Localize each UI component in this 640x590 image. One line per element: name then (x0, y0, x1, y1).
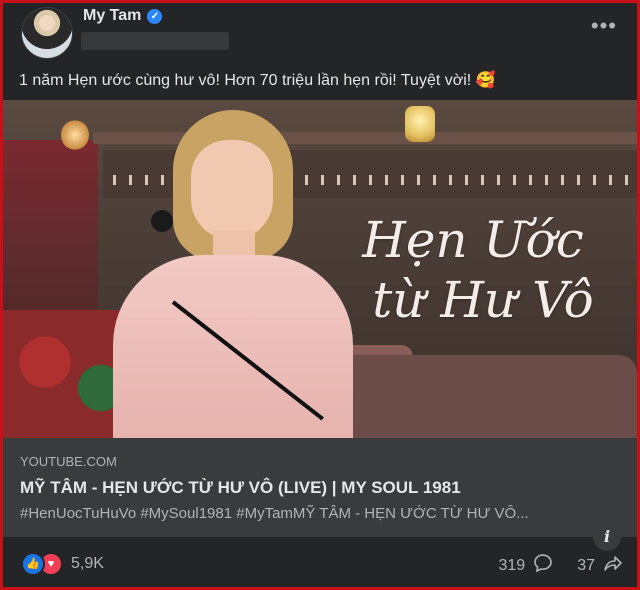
link-preview[interactable]: i YOUTUBE.COM MỸ TÂM - HẸN ƯỚC TỪ HƯ VÔ … (3, 438, 637, 551)
song-title-artwork: Hẹn Ước từ Hư Vô (323, 210, 623, 330)
link-description: #HenUocTuHuVo #MySoul1981 #MyTamMỸ TÂM -… (20, 505, 529, 522)
share-count[interactable]: 37 (577, 557, 595, 575)
author-row: My Tam ✓ (83, 7, 163, 25)
singer-face (191, 140, 273, 240)
verified-badge-icon: ✓ (147, 8, 163, 24)
author-name[interactable]: My Tam (83, 7, 141, 25)
post-card: My Tam ✓ ••• 1 năm Hẹn ước cùng hư vô! H… (3, 3, 637, 587)
author-avatar[interactable] (21, 7, 73, 59)
reactions-summary[interactable]: 👍 ♥ 5,9K (21, 552, 104, 576)
like-reaction-icon: 👍 (21, 552, 45, 576)
comment-count[interactable]: 319 (499, 557, 526, 575)
comment-icon[interactable] (533, 553, 553, 578)
link-domain: YOUTUBE.COM (20, 454, 117, 469)
link-title[interactable]: MỸ TÂM - HẸN ƯỚC TỪ HƯ VÔ (LIVE) | MY SO… (20, 478, 461, 498)
video-thumbnail[interactable]: Hẹn Ước từ Hư Vô (3, 100, 637, 438)
artwork-line-2: từ Hư Vô (372, 271, 594, 329)
post-footer: 👍 ♥ 5,9K 319 37 (3, 537, 637, 587)
more-options-icon[interactable]: ••• (591, 13, 617, 39)
artwork-line-1: Hẹn Ước (362, 211, 584, 269)
info-icon[interactable]: i (593, 523, 621, 551)
candle-decor (405, 106, 435, 142)
post-caption: 1 năm Hẹn ước cùng hư vô! Hơn 70 triệu l… (19, 72, 496, 89)
lamp-decor (61, 120, 89, 150)
reaction-count: 5,9K (71, 555, 104, 572)
engagement-stats: 319 37 (499, 553, 624, 578)
post-meta-redacted (81, 32, 229, 50)
share-icon[interactable] (603, 553, 623, 578)
microphone-icon (151, 210, 173, 232)
